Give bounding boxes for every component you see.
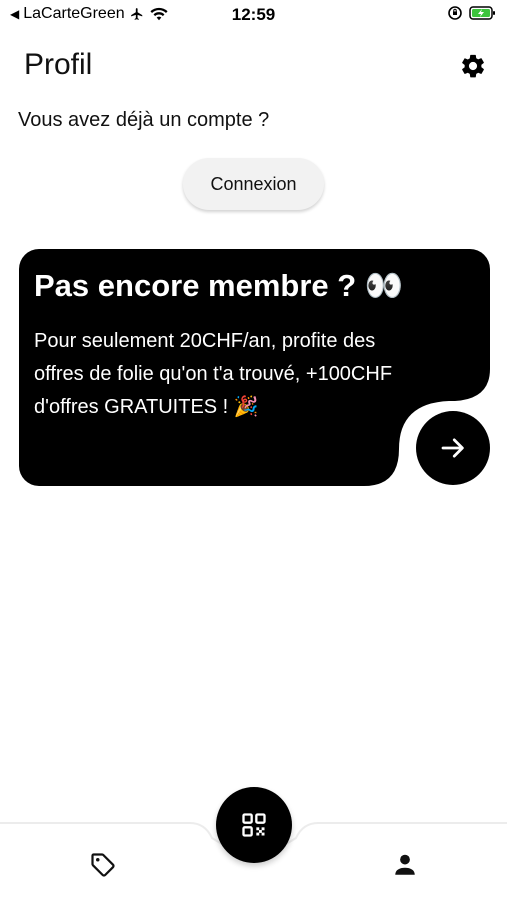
arrow-right-icon bbox=[441, 438, 464, 458]
qr-code-button[interactable] bbox=[216, 787, 292, 863]
clock: 12:59 bbox=[231, 5, 276, 24]
nav-offers-tab[interactable] bbox=[86, 848, 120, 882]
promo-next-button[interactable] bbox=[416, 411, 490, 485]
page-title: Profil bbox=[24, 48, 93, 81]
qr-code-icon bbox=[242, 813, 266, 837]
nav-profile-tab[interactable] bbox=[388, 848, 422, 882]
status-bar: ◀ LaCarteGreen 12:59 bbox=[0, 0, 507, 30]
promo-card: Pas encore membre ? 👀 Pour seulement 20C… bbox=[19, 249, 490, 486]
account-question: Vous avez déjà un compte ? bbox=[18, 109, 270, 131]
gear-icon bbox=[462, 54, 484, 78]
status-bar-right bbox=[447, 5, 497, 21]
promo-description: Pour seulement 20CHF/an, profite des off… bbox=[34, 330, 393, 418]
battery-charging-icon bbox=[469, 5, 497, 21]
tag-icon bbox=[91, 853, 115, 877]
settings-button[interactable] bbox=[457, 50, 489, 82]
orientation-lock-icon bbox=[447, 5, 463, 21]
login-button[interactable]: Connexion bbox=[183, 158, 324, 210]
user-icon bbox=[395, 854, 415, 875]
promo-title: Pas encore membre ? 👀 bbox=[34, 268, 404, 303]
